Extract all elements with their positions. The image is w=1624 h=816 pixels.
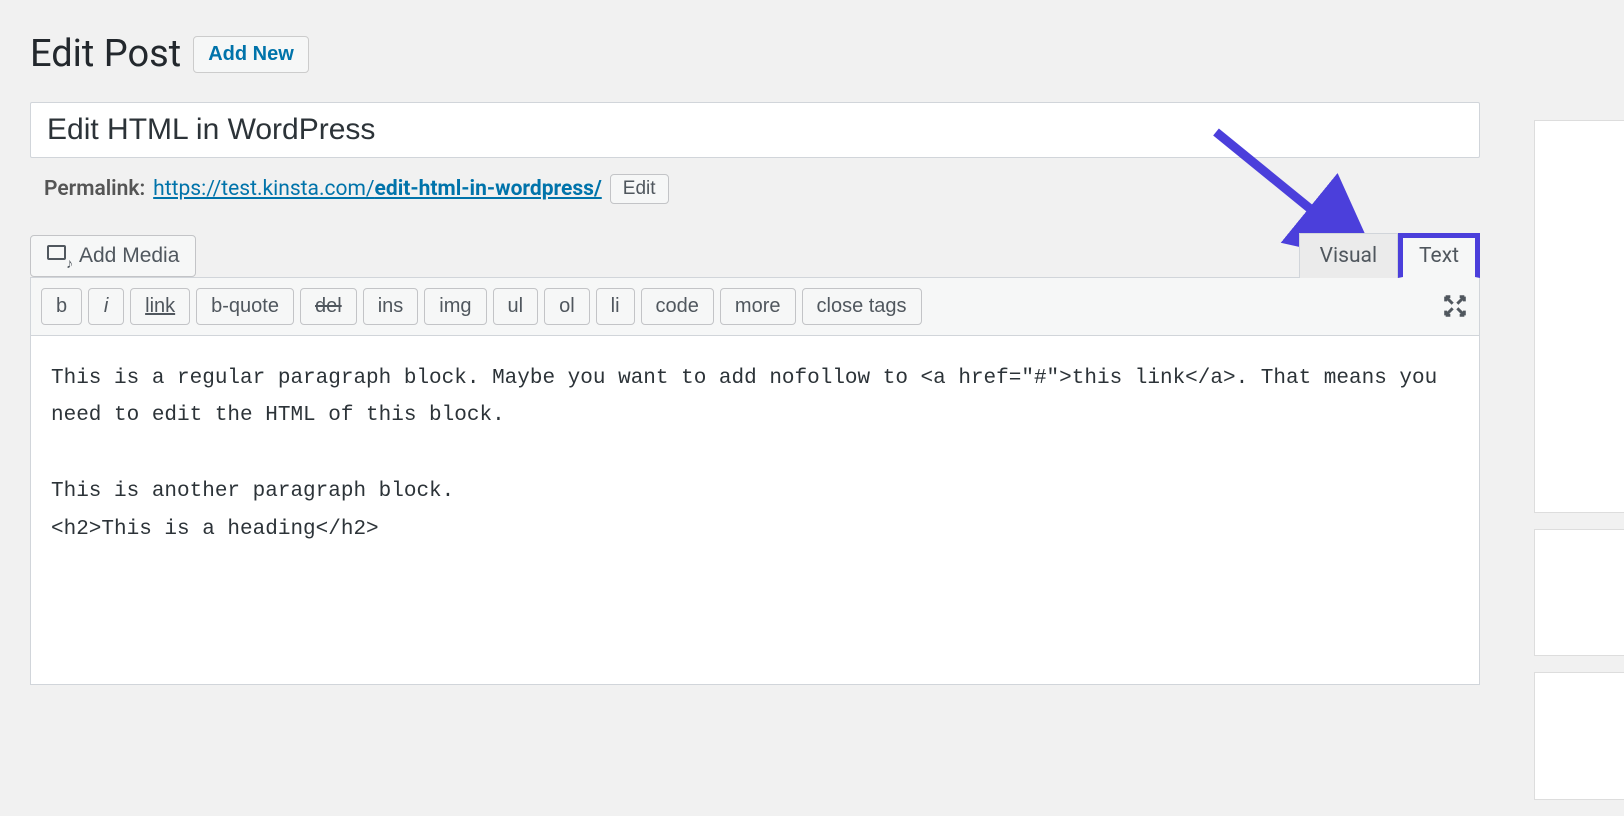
sidebar-box[interactable]: [1534, 120, 1624, 513]
toolbar-btn-del[interactable]: del: [300, 288, 357, 325]
sidebar-box[interactable]: [1534, 672, 1624, 800]
post-title-input[interactable]: [30, 102, 1480, 158]
permalink-link[interactable]: https://test.kinsta.com/edit-html-in-wor…: [153, 177, 602, 201]
tab-text[interactable]: Text: [1398, 233, 1480, 278]
toolbar-btn-close-tags[interactable]: close tags: [802, 288, 922, 325]
toolbar-btn-i[interactable]: i: [88, 288, 124, 325]
toolbar-btn-img[interactable]: img: [424, 288, 486, 325]
page-title: Edit Post: [30, 32, 181, 78]
sidebar-panels: [1534, 120, 1624, 800]
toolbar-btn-code[interactable]: code: [641, 288, 714, 325]
add-media-button[interactable]: Add Media: [30, 235, 196, 277]
media-icon: [47, 245, 71, 267]
toolbar-btn-more[interactable]: more: [720, 288, 796, 325]
toolbar-btn-b-quote[interactable]: b-quote: [196, 288, 294, 325]
toolbar-btn-ins[interactable]: ins: [363, 288, 419, 325]
edit-permalink-button[interactable]: Edit: [610, 174, 669, 204]
add-media-label: Add Media: [79, 244, 179, 268]
permalink-row: Permalink: https://test.kinsta.com/edit-…: [30, 174, 1490, 204]
editor-toolbar: bilinkb-quotedelinsimgulollicodemoreclos…: [30, 277, 1480, 335]
permalink-label: Permalink:: [44, 177, 145, 201]
tab-visual[interactable]: Visual: [1299, 233, 1398, 278]
add-new-button[interactable]: Add New: [193, 36, 309, 73]
content-textarea[interactable]: This is a regular paragraph block. Maybe…: [30, 335, 1480, 685]
toolbar-btn-li[interactable]: li: [596, 288, 635, 325]
toolbar-btn-b[interactable]: b: [41, 288, 82, 325]
editor-tabs: Visual Text: [1299, 232, 1480, 277]
sidebar-box[interactable]: [1534, 529, 1624, 657]
toolbar-btn-link[interactable]: link: [130, 288, 190, 325]
toolbar-btn-ul[interactable]: ul: [493, 288, 539, 325]
fullscreen-icon[interactable]: [1441, 292, 1469, 320]
toolbar-btn-ol[interactable]: ol: [544, 288, 590, 325]
